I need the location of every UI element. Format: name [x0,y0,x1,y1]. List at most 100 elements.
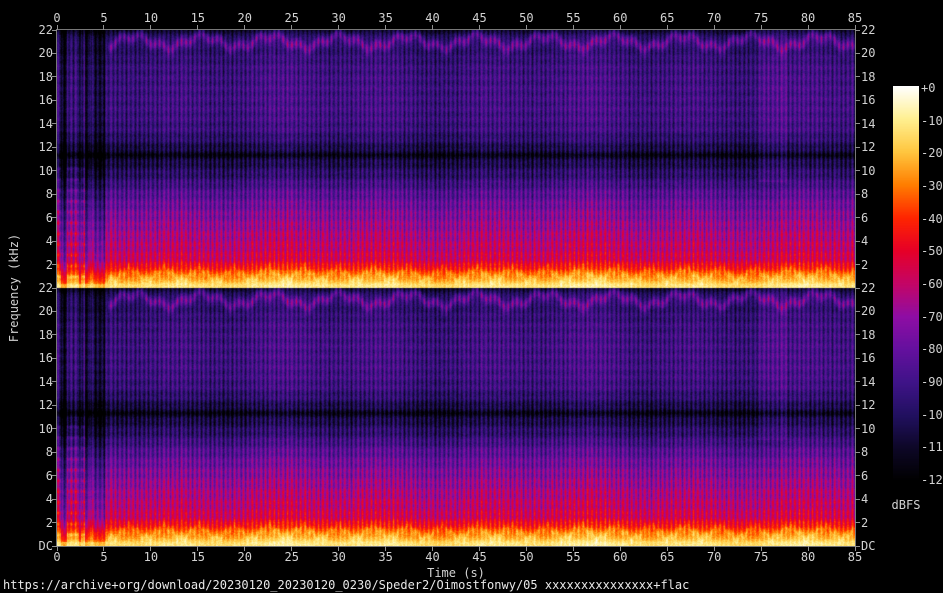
freq-tick-mark-right [855,405,860,406]
x-tick-mark-bottom [244,546,245,551]
freq-tick-mark-left [52,499,57,500]
x-tick-label-top: 65 [660,12,674,24]
colorbar-title: dBFS [892,498,921,512]
freq-tick-label-right: 12 [861,399,875,411]
freq-tick-mark-left [52,334,57,335]
freq-tick-label-right: 10 [861,423,875,435]
x-tick-label-bottom: 35 [378,551,392,563]
freq-tick-mark-left [52,311,57,312]
freq-tick-label-right: 6 [861,470,868,482]
freq-tick-label-right: 8 [861,446,868,458]
x-tick-label-top: 45 [472,12,486,24]
x-tick-label-top: 35 [378,12,392,24]
freq-tick-mark-right [855,217,860,218]
freq-tick-mark-left [52,217,57,218]
freq-tick-mark-left [52,76,57,77]
x-tick-label-bottom: 60 [613,551,627,563]
x-tick-mark-bottom [714,546,715,551]
x-tick-label-top: 25 [284,12,298,24]
x-tick-mark-top [197,25,198,30]
freq-tick-label-left: 10 [39,165,53,177]
colorbar-tick-label: -20 [921,147,943,159]
x-tick-mark-top [103,25,104,30]
freq-tick-label-right: 2 [861,517,868,529]
freq-tick-mark-left [52,452,57,453]
freq-tick-mark-right [855,30,860,31]
x-tick-label-top: 5 [100,12,107,24]
colorbar-tick-label: -30 [921,180,943,192]
freq-tick-label-right: 20 [861,47,875,59]
frequency-axis-title: Frequency (kHz) [7,234,21,342]
freq-tick-mark-right [855,170,860,171]
freq-tick-mark-left [52,241,57,242]
x-tick-mark-top [620,25,621,30]
freq-tick-mark-right [855,147,860,148]
x-tick-label-bottom: 75 [754,551,768,563]
freq-tick-label-right: 22 [861,24,875,36]
footer-url: https://archive+org/download/20230120_20… [3,578,689,592]
freq-tick-mark-right [855,288,860,289]
freq-tick-mark-left [52,546,57,547]
freq-tick-mark-left [52,381,57,382]
x-tick-mark-top [714,25,715,30]
x-tick-label-top: 55 [566,12,580,24]
colorbar-tick-label: -90 [921,376,943,388]
x-tick-mark-top [479,25,480,30]
colorbar-tick-label: -70 [921,311,943,323]
colorbar-tick-label: -40 [921,213,943,225]
freq-tick-mark-right [855,428,860,429]
x-tick-label-bottom: 0 [53,551,60,563]
x-tick-label-bottom: 15 [191,551,205,563]
x-tick-label-bottom: 80 [801,551,815,563]
freq-tick-mark-left [52,53,57,54]
x-tick-label-bottom: 65 [660,551,674,563]
x-tick-mark-bottom [338,546,339,551]
x-tick-label-bottom: 10 [144,551,158,563]
x-tick-label-bottom: 40 [425,551,439,563]
colorbar-tick-label: -100 [921,409,943,421]
freq-tick-label-right: 16 [861,94,875,106]
freq-tick-mark-right [855,452,860,453]
freq-tick-mark-left [52,100,57,101]
freq-tick-mark-left [52,475,57,476]
x-tick-mark-bottom [291,546,292,551]
freq-tick-label-left: 12 [39,141,53,153]
x-tick-label-top: 60 [613,12,627,24]
freq-tick-mark-left [52,170,57,171]
x-tick-mark-bottom [761,546,762,551]
freq-tick-mark-left [52,264,57,265]
freq-tick-label-right: 2 [861,259,868,271]
freq-tick-mark-right [855,546,860,547]
x-tick-mark-top [526,25,527,30]
freq-tick-label-right: 4 [861,235,868,247]
freq-tick-label-left: 14 [39,376,53,388]
freq-tick-label-right: 10 [861,165,875,177]
x-tick-label-bottom: 25 [284,551,298,563]
freq-tick-label-left: 18 [39,329,53,341]
x-tick-label-bottom: 50 [519,551,533,563]
x-tick-mark-bottom [385,546,386,551]
x-tick-mark-top [667,25,668,30]
freq-tick-mark-right [855,522,860,523]
x-tick-label-top: 70 [707,12,721,24]
x-tick-mark-bottom [57,546,58,551]
x-tick-mark-bottom [808,546,809,551]
freq-tick-label-left: 18 [39,71,53,83]
freq-tick-mark-right [855,358,860,359]
freq-tick-label-left: 20 [39,47,53,59]
freq-tick-label-right: 20 [861,305,875,317]
freq-tick-label-left: 22 [39,24,53,36]
x-tick-label-top: 10 [144,12,158,24]
freq-tick-mark-right [855,499,860,500]
freq-tick-mark-left [52,405,57,406]
x-tick-mark-bottom [479,546,480,551]
freq-tick-mark-left [52,147,57,148]
freq-tick-mark-right [855,53,860,54]
colorbar-tick-label: -120 [921,474,943,486]
x-tick-label-top: 20 [238,12,252,24]
freq-tick-mark-left [52,123,57,124]
x-tick-mark-top [291,25,292,30]
x-tick-mark-top [150,25,151,30]
colorbar-tick-label: -60 [921,278,943,290]
x-tick-label-top: 0 [53,12,60,24]
